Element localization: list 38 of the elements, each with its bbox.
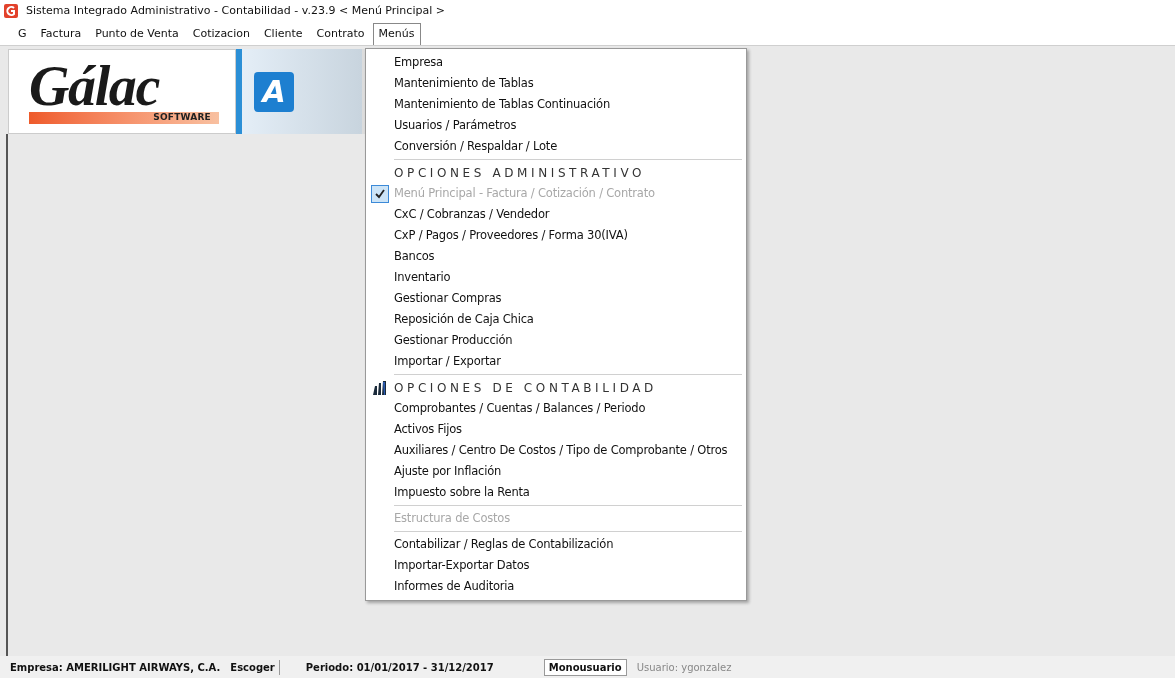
menu-item[interactable]: Activos Fijos (366, 419, 746, 440)
menu-item[interactable]: Empresa (366, 52, 746, 73)
menubar-item[interactable]: Menús (372, 23, 421, 45)
menu-item[interactable]: Auxiliares / Centro De Costos / Tipo de Comprobante / Otros (366, 440, 746, 461)
menu-item[interactable]: Reposición de Caja Chica (366, 309, 746, 330)
window-title: Sistema Integrado Administrativo - Contabilidad - v.23.9 < Menú Principal > (26, 2, 445, 19)
menu-item[interactable]: Inventario (366, 267, 746, 288)
menu-item[interactable]: Conversión / Respaldar / Lote (366, 136, 746, 157)
period-label: Periodo: 01/01/2017 - 31/12/2017 (305, 660, 494, 675)
user-label: Usuario: ygonzalez (636, 660, 732, 675)
menu-item[interactable]: Gestionar Producción (366, 330, 746, 351)
menu-item[interactable]: Importar-Exportar Datos (366, 555, 746, 576)
menubar-item[interactable]: Cotizacion (186, 23, 256, 45)
menu-item[interactable]: Mantenimiento de Tablas Continuación (366, 94, 746, 115)
app-tile-logo: A (254, 71, 294, 112)
menu-item[interactable]: Usuarios / Parámetros (366, 115, 746, 136)
app-icon (4, 4, 18, 18)
company-label: Empresa: AMERILIGHT AIRWAYS, C.A. (10, 660, 221, 675)
menu-item[interactable]: Comprobantes / Cuentas / Balances / Periodo (366, 398, 746, 419)
choose-button[interactable]: Escoger (230, 659, 280, 675)
menubar-item[interactable]: Cliente (257, 23, 309, 45)
menu-item[interactable]: Informes de Auditoria (366, 576, 746, 597)
menu-item[interactable]: Bancos (366, 246, 746, 267)
menu-item[interactable]: Ajuste por Inflación (366, 461, 746, 482)
menubar-item[interactable]: G (12, 23, 33, 45)
menu-item[interactable]: Contabilizar / Reglas de Contabilización (366, 534, 746, 555)
menu-item[interactable]: Impuesto sobre la Renta (366, 482, 746, 503)
menubar-item[interactable]: Contrato (310, 23, 371, 45)
menu-section-header: OPCIONES ADMINISTRATIVO (394, 164, 646, 182)
menu-item[interactable]: Importar / Exportar (366, 351, 746, 372)
menubar-item[interactable]: Factura (34, 23, 88, 45)
menu-item[interactable]: CxC / Cobranzas / Vendedor (366, 204, 746, 225)
menu-item[interactable]: Gestionar Compras (366, 288, 746, 309)
menu-section-header: OPCIONES DE CONTABILIDAD (394, 379, 657, 397)
menu-item[interactable]: CxP / Pagos / Proveedores / Forma 30(IVA) (366, 225, 746, 246)
menubar-item[interactable]: Punto de Venta (89, 23, 185, 45)
mode-label: Monousuario (543, 658, 627, 676)
menu-item[interactable]: Mantenimiento de Tablas (366, 73, 746, 94)
